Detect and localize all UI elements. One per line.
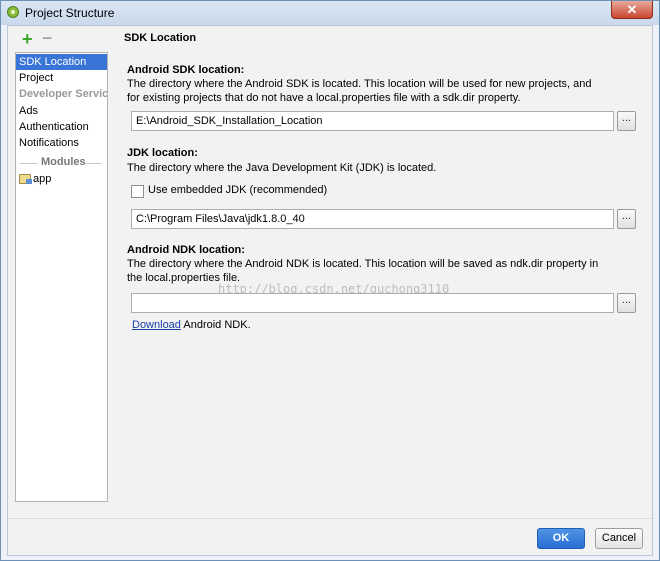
sdk-location-description: The directory where the Android SDK is l… — [127, 78, 592, 104]
ndk-download-line: Download Android NDK. — [132, 319, 251, 331]
download-ndk-link[interactable]: Download — [132, 319, 181, 331]
jdk-location-description: The directory where the Java Development… — [127, 162, 437, 174]
sdk-location-input[interactable]: E:\Android_SDK_Installation_Location — [131, 111, 614, 131]
sdk-location-label: Android SDK location: — [127, 64, 245, 76]
jdk-location-label: JDK location: — [127, 147, 198, 159]
android-studio-icon — [7, 6, 19, 18]
sidebar-item-ads[interactable]: Ads — [16, 103, 107, 119]
ndk-location-label: Android NDK location: — [127, 244, 245, 256]
sidebar-item-app[interactable]: app — [33, 171, 51, 187]
sidebar-group-developer-services: Developer Servic... — [19, 88, 107, 100]
dialog-body: + − SDK Location Project Developer Servi… — [7, 25, 653, 556]
title-bar: Project Structure ✕ — [1, 1, 659, 25]
sidebar: SDK Location Project Developer Servic...… — [15, 52, 108, 502]
module-folder-icon — [19, 174, 32, 184]
panel-title: SDK Location — [124, 32, 197, 44]
window-title: Project Structure — [25, 6, 115, 20]
jdk-browse-button[interactable]: ... — [617, 209, 636, 229]
sidebar-item-authentication[interactable]: Authentication — [16, 119, 107, 135]
jdk-location-input[interactable]: C:\Program Files\Java\jdk1.8.0_40 — [131, 209, 614, 229]
add-icon[interactable]: + — [22, 30, 33, 48]
sidebar-item-sdk-location[interactable]: SDK Location — [16, 54, 107, 70]
embedded-jdk-checkbox[interactable] — [131, 185, 144, 198]
modules-header: Modules — [16, 155, 107, 171]
sdk-location-panel: SDK Location Android SDK location: The d… — [108, 26, 652, 518]
ndk-browse-button[interactable]: ... — [617, 293, 636, 313]
sidebar-item-project[interactable]: Project — [16, 70, 107, 86]
download-ndk-suffix: Android NDK. — [180, 319, 251, 331]
sdk-browse-button[interactable]: ... — [617, 111, 636, 131]
remove-icon[interactable]: − — [42, 29, 53, 47]
close-button[interactable]: ✕ — [611, 1, 653, 19]
ndk-location-input[interactable] — [131, 293, 614, 313]
sidebar-item-notifications[interactable]: Notifications — [16, 135, 107, 151]
project-structure-window: Project Structure ✕ + − SDK Location Pro… — [0, 0, 660, 561]
cancel-button[interactable]: Cancel — [595, 528, 643, 549]
ok-button[interactable]: OK — [537, 528, 585, 549]
ndk-location-description: The directory where the Android NDK is l… — [127, 258, 599, 284]
embedded-jdk-label[interactable]: Use embedded JDK (recommended) — [148, 184, 327, 196]
button-bar-divider — [8, 518, 652, 519]
